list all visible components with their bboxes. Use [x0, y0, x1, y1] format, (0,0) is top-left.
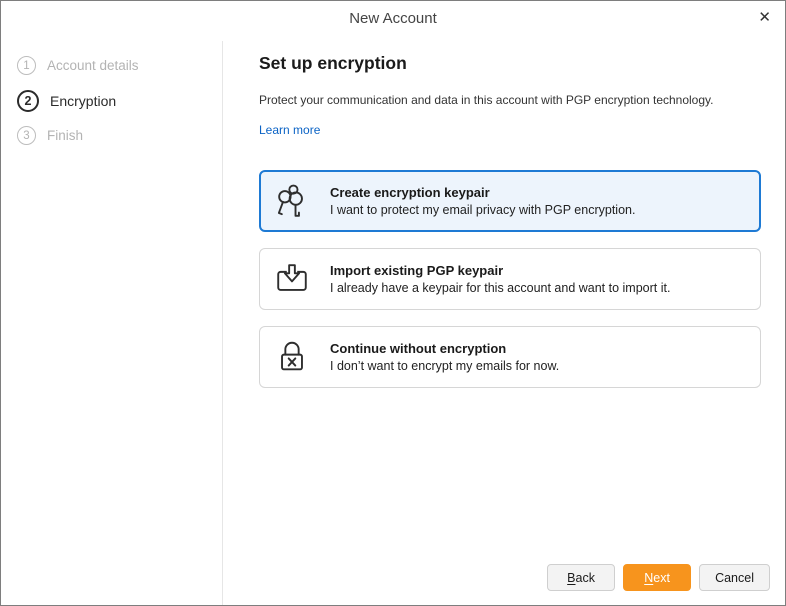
encryption-option-card-1[interactable]: Create encryption keypair I want to prot… — [259, 170, 761, 232]
description-text: Protect your communication and data in t… — [259, 92, 761, 108]
wizard-step-encryption[interactable]: 2 Encryption — [1, 82, 222, 119]
footer-buttons: Back Next Cancel — [547, 564, 770, 591]
step-number-circle: 1 — [17, 56, 36, 75]
step-label: Account details — [47, 58, 139, 73]
cancel-button[interactable]: Cancel — [699, 564, 770, 591]
wizard-steps-sidebar: 1 Account details 2 Encryption 3 Finish — [1, 41, 223, 605]
option-subtitle: I already have a keypair for this accoun… — [330, 281, 670, 295]
keys-icon — [273, 182, 311, 220]
import-icon — [273, 260, 311, 298]
close-icon[interactable]: ✕ — [758, 9, 771, 27]
step-number-circle: 3 — [17, 126, 36, 145]
wizard-step-account-details[interactable]: 1 Account details — [1, 49, 222, 82]
encryption-options: Create encryption keypair I want to prot… — [259, 170, 761, 388]
option-title: Continue without encryption — [330, 341, 559, 356]
learn-more-link[interactable]: Learn more — [259, 123, 320, 137]
option-title: Import existing PGP keypair — [330, 263, 670, 278]
option-subtitle: I don’t want to encrypt my emails for no… — [330, 359, 559, 373]
page-title: Set up encryption — [259, 53, 761, 74]
back-button[interactable]: Back — [547, 564, 615, 591]
next-button[interactable]: Next — [623, 564, 691, 591]
wizard-step-finish[interactable]: 3 Finish — [1, 119, 222, 152]
dialog-title: New Account — [1, 1, 785, 27]
option-title: Create encryption keypair — [330, 185, 635, 200]
lock-x-icon — [273, 338, 311, 376]
titlebar: New Account ✕ — [1, 1, 785, 41]
new-account-dialog: New Account ✕ 1 Account details 2 Encryp… — [0, 0, 786, 606]
main-panel: Set up encryption Protect your communica… — [224, 41, 785, 605]
step-label: Finish — [47, 128, 83, 143]
encryption-option-card-2[interactable]: Import existing PGP keypair I already ha… — [259, 248, 761, 310]
step-label: Encryption — [50, 93, 116, 109]
option-subtitle: I want to protect my email privacy with … — [330, 203, 635, 217]
step-number-circle: 2 — [17, 90, 39, 112]
encryption-option-card-3[interactable]: Continue without encryption I don’t want… — [259, 326, 761, 388]
